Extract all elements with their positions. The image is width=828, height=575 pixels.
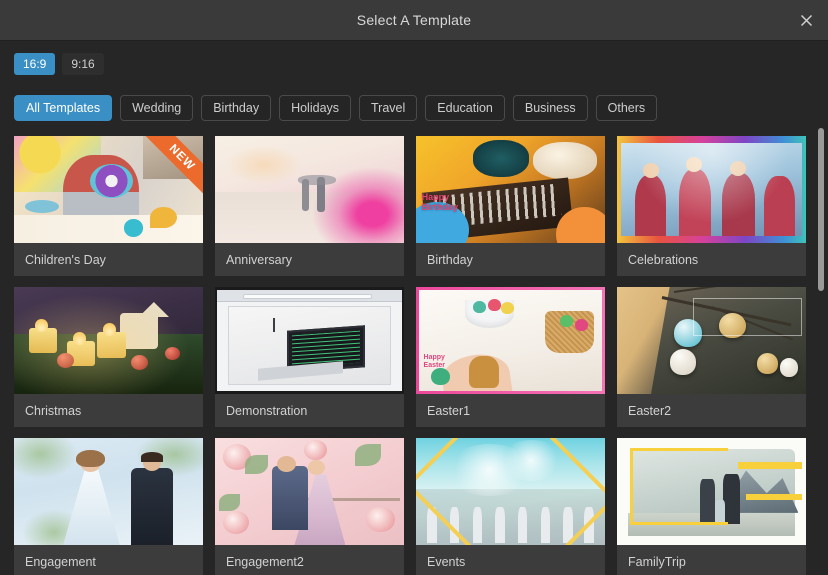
template-card-birthday[interactable]: Happy Birthday Birthday bbox=[416, 136, 605, 276]
thumbnail-art-anniversary bbox=[215, 136, 404, 243]
template-card-label: Events bbox=[416, 545, 605, 575]
template-card-easter2[interactable]: Easter2 bbox=[617, 287, 806, 427]
thumbnail-art-engagement2 bbox=[215, 438, 404, 545]
category-button-business[interactable]: Business bbox=[512, 95, 588, 121]
template-card-label: Engagement2 bbox=[215, 545, 404, 575]
close-icon bbox=[800, 14, 812, 27]
template-card-label: Children's Day bbox=[14, 243, 203, 276]
vertical-scrollbar[interactable] bbox=[816, 121, 826, 573]
thumbnail-art-demonstration bbox=[215, 287, 404, 394]
thumbnail-art-birthday: Happy Birthday bbox=[416, 136, 605, 243]
dialog-titlebar: Select A Template bbox=[0, 0, 828, 41]
thumbnail-art-engagement bbox=[14, 438, 203, 545]
template-thumbnail bbox=[14, 287, 203, 394]
template-thumbnail bbox=[617, 136, 806, 243]
template-card-label: Anniversary bbox=[215, 243, 404, 276]
template-thumbnail bbox=[14, 438, 203, 545]
template-card-label: Demonstration bbox=[215, 394, 404, 427]
template-card-label: Easter1 bbox=[416, 394, 605, 427]
select-template-dialog: Select A Template 16:9 9:16 All Template… bbox=[0, 0, 828, 575]
template-card-events[interactable]: Events bbox=[416, 438, 605, 575]
category-button-others[interactable]: Others bbox=[595, 95, 658, 121]
thumbnail-art-childrens-day bbox=[14, 136, 203, 243]
category-filter-group: All Templates Wedding Birthday Holidays … bbox=[14, 95, 828, 121]
filters-toolbar: 16:9 9:16 All Templates Wedding Birthday… bbox=[0, 41, 828, 121]
thumbnail-art-celebrations bbox=[617, 136, 806, 243]
template-card-easter1[interactable]: HappyEaster Easter1 bbox=[416, 287, 605, 427]
template-card-christmas[interactable]: Christmas bbox=[14, 287, 203, 427]
ratio-button-16-9[interactable]: 16:9 bbox=[14, 53, 56, 75]
category-button-wedding[interactable]: Wedding bbox=[120, 95, 194, 121]
thumbnail-art-easter2 bbox=[617, 287, 806, 394]
template-thumbnail bbox=[617, 287, 806, 394]
thumbnail-art-familytrip bbox=[617, 438, 806, 545]
template-thumbnail bbox=[215, 136, 404, 243]
template-thumbnail: Happy Birthday bbox=[416, 136, 605, 243]
close-button[interactable] bbox=[784, 0, 828, 41]
template-card-label: Engagement bbox=[14, 545, 203, 575]
template-card-engagement2[interactable]: Engagement2 bbox=[215, 438, 404, 575]
category-button-education[interactable]: Education bbox=[425, 95, 505, 121]
template-card-label: Easter2 bbox=[617, 394, 806, 427]
thumbnail-art-events bbox=[416, 438, 605, 545]
aspect-ratio-filter-group: 16:9 9:16 bbox=[14, 53, 828, 75]
template-card-demonstration[interactable]: Demonstration bbox=[215, 287, 404, 427]
template-card-label: FamilyTrip bbox=[617, 545, 806, 575]
category-button-travel[interactable]: Travel bbox=[359, 95, 418, 121]
template-card-label: Birthday bbox=[416, 243, 605, 276]
template-card-childrens-day[interactable]: NEW Children's Day bbox=[14, 136, 203, 276]
thumbnail-art-christmas bbox=[14, 287, 203, 394]
template-card-engagement[interactable]: Engagement bbox=[14, 438, 203, 575]
thumbnail-art-easter1: HappyEaster bbox=[416, 287, 605, 394]
category-button-birthday[interactable]: Birthday bbox=[201, 95, 272, 121]
template-card-label: Christmas bbox=[14, 394, 203, 427]
template-card-label: Celebrations bbox=[617, 243, 806, 276]
template-card-celebrations[interactable]: Celebrations bbox=[617, 136, 806, 276]
template-card-familytrip[interactable]: FamilyTrip bbox=[617, 438, 806, 575]
scrollbar-thumb[interactable] bbox=[818, 128, 824, 291]
template-thumbnail bbox=[617, 438, 806, 545]
template-thumbnail bbox=[215, 438, 404, 545]
template-thumbnail bbox=[215, 287, 404, 394]
category-button-all-templates[interactable]: All Templates bbox=[14, 95, 113, 121]
template-grid: NEW Children's Day Anniversary Happy Bir… bbox=[0, 136, 828, 575]
template-grid-scroll-area[interactable]: NEW Children's Day Anniversary Happy Bir… bbox=[0, 136, 828, 575]
dialog-title: Select A Template bbox=[356, 12, 472, 28]
template-thumbnail bbox=[416, 438, 605, 545]
template-thumbnail: NEW bbox=[14, 136, 203, 243]
template-thumbnail: HappyEaster bbox=[416, 287, 605, 394]
category-button-holidays[interactable]: Holidays bbox=[279, 95, 352, 121]
template-card-anniversary[interactable]: Anniversary bbox=[215, 136, 404, 276]
ratio-button-9-16[interactable]: 9:16 bbox=[62, 53, 104, 75]
